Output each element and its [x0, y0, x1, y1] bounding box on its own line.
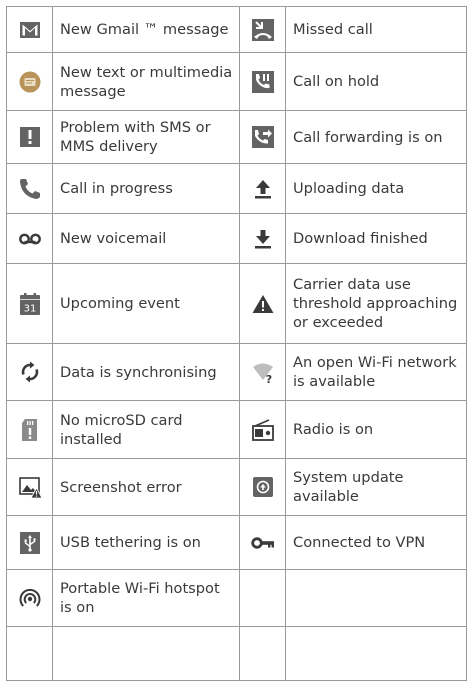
sync-icon: [18, 360, 42, 384]
download-arrow-icon: [251, 227, 275, 251]
screenshot-error-icon: [18, 475, 42, 499]
list-item: Uploading data: [285, 163, 467, 214]
list-item: Problem with SMS or MMS delivery: [52, 110, 240, 164]
table-row: [6, 626, 467, 681]
vpn-key-icon: [250, 531, 275, 555]
list-item: Radio is on: [285, 400, 467, 459]
call-on-hold-icon: [251, 70, 275, 94]
table-row: New Gmail ™ message Missed call: [6, 6, 467, 53]
svg-text:?: ?: [265, 373, 271, 384]
list-item: No microSD card installed: [52, 400, 240, 459]
list-item: System update available: [285, 458, 467, 516]
list-item: [285, 626, 467, 681]
no-sd-card-icon: [18, 418, 42, 442]
voicemail-icon: [18, 227, 42, 251]
list-item: [52, 626, 240, 681]
list-item: Upcoming event: [52, 263, 240, 344]
list-item: USB tethering is on: [52, 515, 240, 570]
list-item: New text or multimedia message: [52, 52, 240, 111]
table-row: New text or multimedia message Call on h…: [6, 52, 467, 111]
usb-tethering-icon: [18, 531, 42, 555]
table-row: Portable Wi-Fi hotspot is on: [6, 569, 467, 627]
list-item: Screenshot error: [52, 458, 240, 516]
table-row: No microSD card installed Radio is on: [6, 400, 467, 459]
open-wifi-icon: ?: [251, 360, 275, 384]
list-item: Call on hold: [285, 52, 467, 111]
table-row: 31 Upcoming event Carrier data use thres…: [6, 263, 467, 344]
svg-text:31: 31: [23, 303, 36, 314]
gmail-envelope-icon: [18, 18, 42, 42]
table-row: USB tethering is on Connected to VPN: [6, 515, 467, 570]
sms-problem-exclamation-icon: [18, 125, 42, 149]
list-item: Missed call: [285, 6, 467, 53]
wifi-hotspot-icon: [18, 586, 42, 610]
list-item: Call forwarding is on: [285, 110, 467, 164]
text-message-bubble-icon: [18, 70, 42, 94]
upload-arrow-icon: [251, 177, 275, 201]
list-item: An open Wi-Fi network is available: [285, 343, 467, 401]
missed-call-icon: [251, 18, 275, 42]
warning-triangle-icon: [251, 292, 275, 316]
list-item: Carrier data use threshold approaching o…: [285, 263, 467, 344]
table-row: Data is synchronising ? An open Wi-Fi ne…: [6, 343, 467, 401]
list-item: Download finished: [285, 213, 467, 264]
list-item: Data is synchronising: [52, 343, 240, 401]
list-item: Connected to VPN: [285, 515, 467, 570]
table-row: Call in progress Uploading data: [6, 163, 467, 214]
table-row: New voicemail Download finished: [6, 213, 467, 264]
table-row: Problem with SMS or MMS delivery Call fo…: [6, 110, 467, 164]
list-item: [285, 569, 467, 627]
notification-icon-table: New Gmail ™ message Missed call New text…: [6, 6, 467, 681]
call-forwarding-icon: [251, 125, 275, 149]
list-item: New Gmail ™ message: [52, 6, 240, 53]
list-item: Portable Wi-Fi hotspot is on: [52, 569, 240, 627]
system-update-icon: [251, 475, 275, 499]
table-row: Screenshot error System update available: [6, 458, 467, 516]
radio-icon: [251, 418, 275, 442]
call-in-progress-icon: [18, 177, 42, 201]
list-item: New voicemail: [52, 213, 240, 264]
list-item: Call in progress: [52, 163, 240, 214]
calendar-event-icon: 31: [18, 292, 42, 316]
